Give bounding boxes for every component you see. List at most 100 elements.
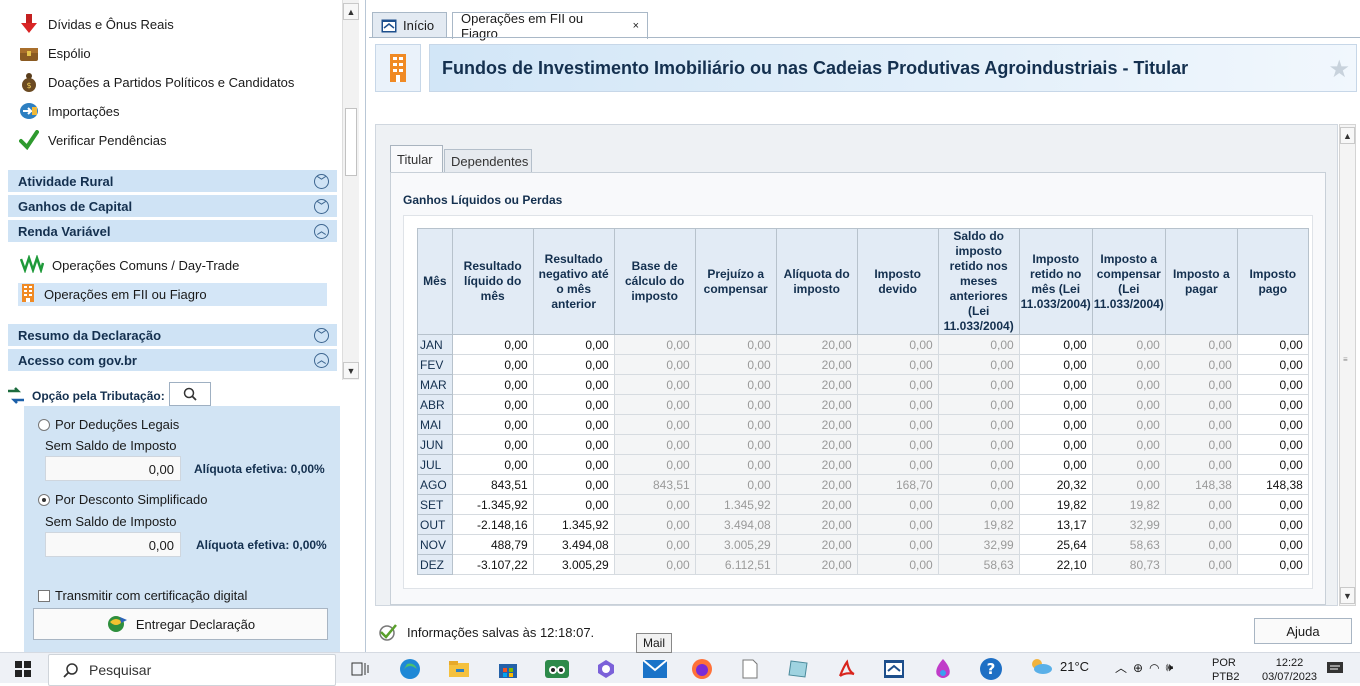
editable-cell[interactable]: 0,00 (1236, 334, 1309, 355)
editable-cell[interactable]: 0,00 (1018, 354, 1093, 375)
paint-icon[interactable] (928, 657, 958, 681)
entregar-declaracao-button[interactable]: Entregar Declaração (33, 608, 328, 640)
nav-item-doacoes[interactable]: $ Doações a Partidos Políticos e Candida… (18, 69, 294, 95)
editable-cell[interactable]: 3.494,08 (532, 534, 615, 555)
checkbox[interactable] (38, 589, 50, 602)
nav-item-dividas[interactable]: Dívidas e Ônus Reais (18, 11, 174, 37)
language-indicator[interactable]: POR PTB2 (1212, 656, 1240, 684)
wifi-icon[interactable]: ◠ (1149, 661, 1159, 675)
document-icon[interactable] (735, 657, 765, 681)
editable-cell[interactable]: 0,00 (1236, 434, 1309, 455)
notes-icon[interactable] (783, 657, 813, 681)
nav-item-espolio[interactable]: Espólio (18, 40, 91, 66)
editable-cell[interactable]: 25,64 (1018, 534, 1093, 555)
weather-widget[interactable]: 21°C (1028, 657, 1089, 675)
content-scrollbar[interactable]: ▲ ≡ ▼ (1339, 124, 1356, 606)
editable-cell[interactable]: 0,00 (532, 454, 615, 475)
search-button[interactable] (169, 382, 211, 406)
editable-cell[interactable]: 0,00 (1018, 434, 1093, 455)
category-resumo-declaracao[interactable]: Resumo da Declaração ﹀ (8, 324, 337, 346)
copilot-icon[interactable] (591, 657, 621, 681)
editable-cell[interactable]: 843,51 (451, 474, 534, 495)
editable-cell[interactable]: 0,00 (451, 454, 534, 475)
ajuda-button[interactable]: Ajuda (1254, 618, 1352, 644)
editable-cell[interactable]: 0,00 (1236, 494, 1309, 515)
editable-cell[interactable]: 22,10 (1018, 554, 1093, 575)
editable-cell[interactable]: 0,00 (532, 334, 615, 355)
sidebar-scrollbar[interactable]: ▲ ▼ (342, 0, 359, 380)
store-icon[interactable] (493, 657, 523, 681)
editable-cell[interactable]: 0,00 (1236, 354, 1309, 375)
editable-cell[interactable]: 0,00 (1236, 534, 1309, 555)
tab-dependentes[interactable]: Dependentes (444, 149, 532, 172)
editable-cell[interactable]: 0,00 (451, 374, 534, 395)
category-ganhos-capital[interactable]: Ganhos de Capital ﹀ (8, 195, 337, 217)
clock[interactable]: 12:22 03/07/2023 (1262, 656, 1317, 684)
editable-cell[interactable]: 0,00 (451, 354, 534, 375)
transmitir-certificacao-checkbox[interactable]: Transmitir com certificação digital (38, 588, 247, 603)
scrollbar-thumb[interactable] (345, 108, 357, 176)
scroll-up-button[interactable]: ▲ (343, 3, 359, 20)
editable-cell[interactable]: 0,00 (1018, 394, 1093, 415)
editable-cell[interactable]: 19,82 (1018, 494, 1093, 515)
sidebar-item-operacoes-comuns[interactable]: Operações Comuns / Day-Trade (18, 254, 327, 277)
windows-start-icon[interactable] (8, 657, 38, 681)
category-acesso-govbr[interactable]: Acesso com gov.br ︿ (8, 349, 337, 371)
editable-cell[interactable]: 0,00 (532, 414, 615, 435)
tab-operacoes-fii[interactable]: Operações em FII ou Fiagro × (452, 11, 648, 41)
taskbar-search-input[interactable]: Pesquisar (48, 654, 336, 686)
volume-icon[interactable]: 🕪 (1166, 660, 1174, 675)
editable-cell[interactable]: 0,00 (532, 374, 615, 395)
editable-cell[interactable]: 0,00 (532, 394, 615, 415)
editable-cell[interactable]: 0,00 (532, 494, 615, 515)
editable-cell[interactable]: 0,00 (1236, 394, 1309, 415)
editable-cell[interactable]: 0,00 (1018, 454, 1093, 475)
editable-cell[interactable]: 0,00 (532, 474, 615, 495)
nav-item-importacoes[interactable]: Importações (18, 98, 120, 124)
editable-cell[interactable]: 0,00 (1018, 374, 1093, 395)
network-icon[interactable]: ⊕ (1133, 661, 1143, 675)
close-icon[interactable]: × (633, 20, 639, 32)
editable-cell[interactable]: 0,00 (1236, 454, 1309, 475)
category-renda-variavel[interactable]: Renda Variável ︿ (8, 220, 337, 242)
file-explorer-icon[interactable] (444, 657, 474, 681)
editable-cell[interactable]: 0,00 (451, 434, 534, 455)
radio-circle-selected[interactable] (38, 493, 50, 506)
tripadvisor-icon[interactable] (542, 657, 572, 681)
editable-cell[interactable]: 0,00 (1236, 554, 1309, 575)
category-atividade-rural[interactable]: Atividade Rural ﹀ (8, 170, 337, 192)
tab-titular[interactable]: Titular (390, 145, 443, 173)
editable-cell[interactable]: 148,38 (1236, 474, 1309, 495)
editable-cell[interactable]: 0,00 (1018, 414, 1093, 435)
editable-cell[interactable]: -2.148,16 (451, 514, 534, 535)
editable-cell[interactable]: 0,00 (1236, 414, 1309, 435)
tab-inicio[interactable]: Início (372, 12, 447, 38)
radio-circle[interactable] (38, 418, 50, 431)
editable-cell[interactable]: 0,00 (451, 334, 534, 355)
nav-item-verificar-pendencias[interactable]: Verificar Pendências (18, 127, 167, 153)
firefox-icon[interactable] (687, 657, 717, 681)
chevron-up-icon[interactable]: ︿ (1115, 659, 1127, 676)
irpf-icon[interactable] (879, 657, 909, 681)
editable-cell[interactable]: 488,79 (451, 534, 534, 555)
notifications-icon[interactable] (1320, 657, 1350, 681)
editable-cell[interactable]: 0,00 (451, 414, 534, 435)
editable-cell[interactable]: 3.005,29 (532, 554, 615, 575)
radio-desconto-simplificado[interactable]: Por Desconto Simplificado (38, 492, 207, 507)
editable-cell[interactable]: 0,00 (532, 354, 615, 375)
editable-cell[interactable]: 0,00 (451, 394, 534, 415)
editable-cell[interactable]: 20,32 (1018, 474, 1093, 495)
editable-cell[interactable]: 0,00 (1236, 374, 1309, 395)
editable-cell[interactable]: 13,17 (1018, 514, 1093, 535)
editable-cell[interactable]: 0,00 (1018, 334, 1093, 355)
edge-icon[interactable] (395, 657, 425, 681)
radio-deducoes-legais[interactable]: Por Deduções Legais (38, 417, 179, 432)
editable-cell[interactable]: 0,00 (1236, 514, 1309, 535)
editable-cell[interactable]: -3.107,22 (451, 554, 534, 575)
scroll-down-button[interactable]: ▼ (343, 362, 359, 379)
scroll-down-button[interactable]: ▼ (1340, 587, 1355, 604)
mail-icon[interactable] (640, 657, 670, 681)
pdf-icon[interactable] (832, 657, 862, 681)
editable-cell[interactable]: 1.345,92 (532, 514, 615, 535)
sidebar-item-operacoes-fii[interactable]: Operações em FII ou Fiagro (18, 283, 327, 306)
